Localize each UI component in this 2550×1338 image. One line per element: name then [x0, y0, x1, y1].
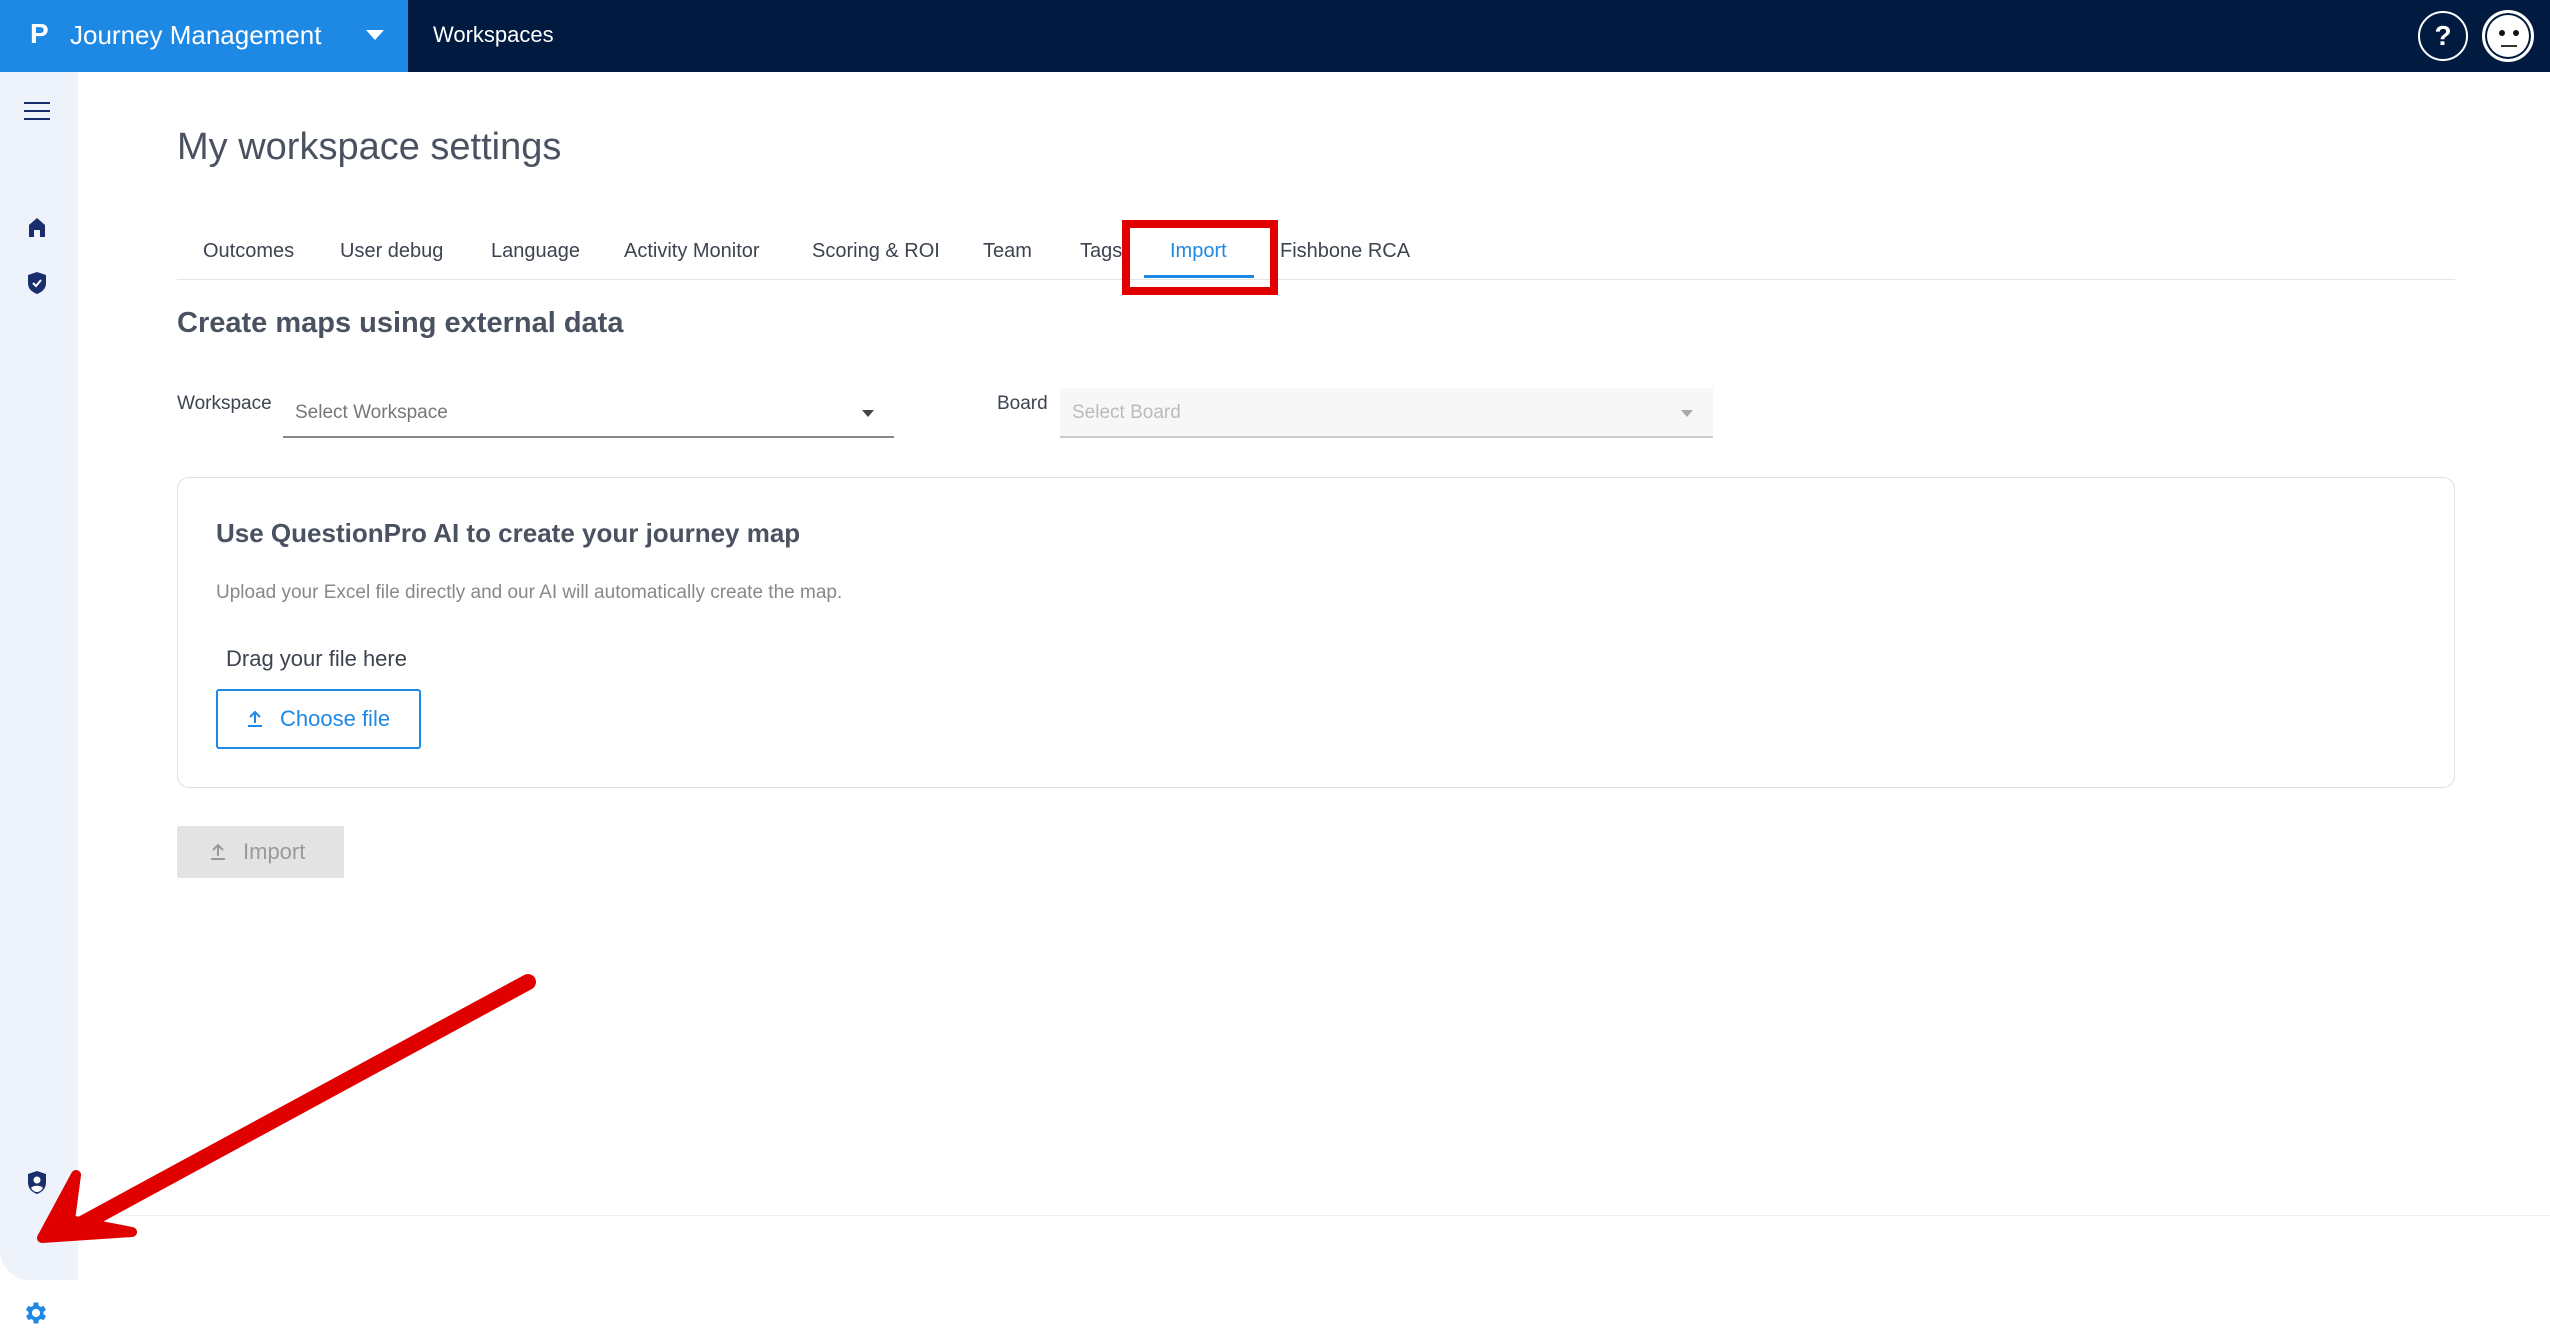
gear-icon — [25, 1302, 47, 1324]
settings-button[interactable] — [10, 1288, 62, 1338]
annotation-arrow — [37, 974, 536, 1243]
